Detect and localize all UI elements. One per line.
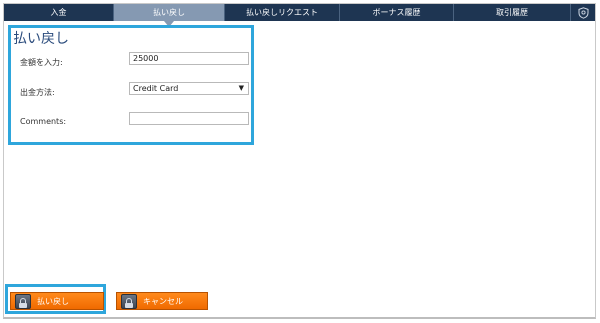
- cancel-button[interactable]: キャンセル: [116, 292, 208, 310]
- withdraw-button-label: 払い戻し: [37, 296, 69, 306]
- tab-withdraw-request[interactable]: 払い戻しリクエスト: [225, 4, 340, 21]
- tab-withdraw[interactable]: 払い戻し: [114, 4, 225, 27]
- method-select-value: Credit Card: [133, 84, 179, 93]
- tab-security[interactable]: [571, 4, 595, 21]
- tab-deposit[interactable]: 入金: [4, 4, 114, 21]
- amount-label: 金額を入力:: [20, 58, 63, 67]
- withdraw-button[interactable]: 払い戻し: [10, 292, 104, 310]
- tab-bar: 入金 払い戻し 払い戻しリクエスト ボーナス履歴 取引履歴: [4, 4, 595, 27]
- chevron-down-icon: ▼: [238, 84, 244, 92]
- tab-transaction-history[interactable]: 取引履歴: [454, 4, 571, 21]
- lock-icon: [121, 293, 137, 309]
- cancel-button-label: キャンセル: [143, 296, 183, 306]
- comments-label: Comments:: [20, 117, 67, 126]
- amount-input[interactable]: [129, 52, 249, 65]
- method-select[interactable]: Credit Card ▼: [129, 82, 249, 95]
- method-label: 出金方法:: [20, 88, 55, 97]
- comments-input[interactable]: [129, 112, 249, 125]
- shield-icon: [578, 6, 588, 19]
- lock-icon: [15, 293, 31, 309]
- tab-bonus-history[interactable]: ボーナス履歴: [340, 4, 454, 21]
- form-title: 払い戻し: [13, 31, 69, 47]
- withdraw-form: 払い戻し 金額を入力: 出金方法: Credit Card ▼ Comments…: [8, 25, 254, 145]
